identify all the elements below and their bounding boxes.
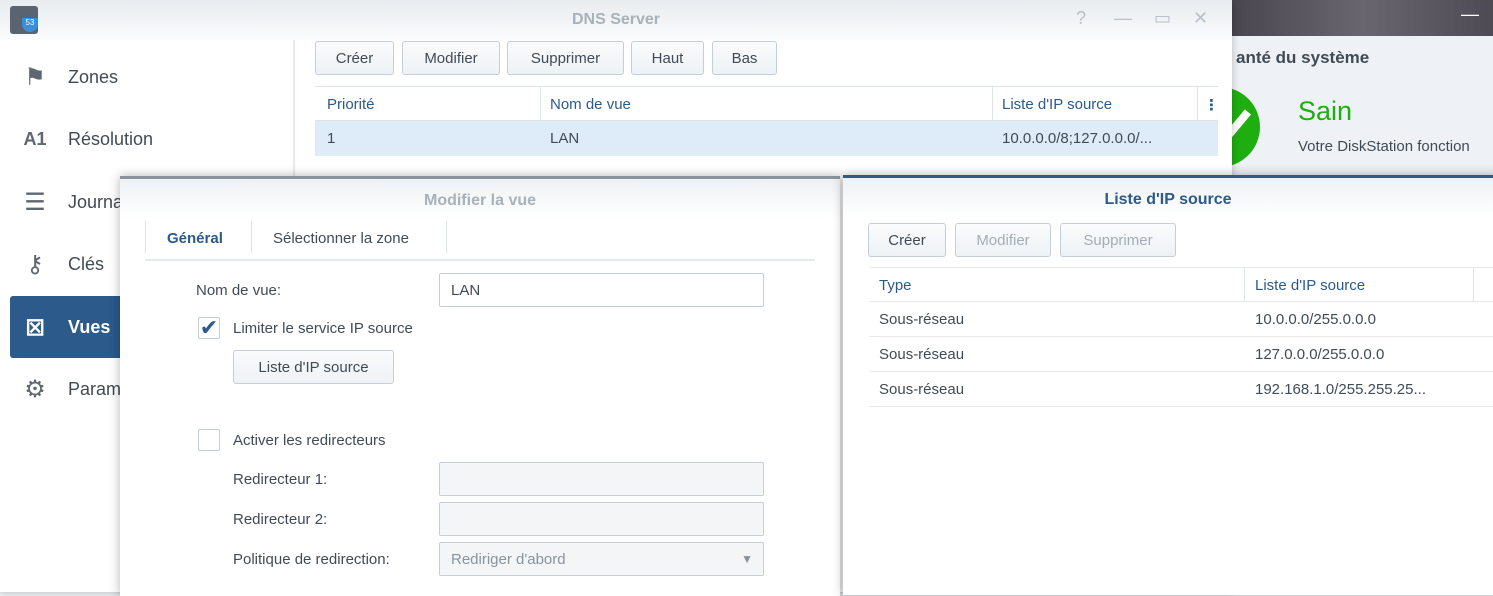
limit-ip-label: Limiter le service IP source: [233, 320, 413, 337]
view-name-label: Nom de vue:: [196, 282, 282, 299]
ip-source-list-dialog: Liste d'IP source Créer Modifier Supprim…: [843, 175, 1493, 595]
cell-type: Sous-réseau: [879, 311, 965, 328]
column-header-ip-list[interactable]: Liste d'IP source: [1255, 277, 1365, 294]
chevron-down-icon: ▼: [741, 552, 753, 566]
limit-ip-checkbox[interactable]: ✔: [198, 317, 220, 339]
sidebar-item-resolution[interactable]: A1 Résolution: [10, 108, 295, 170]
column-header-view-name[interactable]: Nom de vue: [550, 96, 631, 113]
delete-button[interactable]: Supprimer: [507, 41, 624, 75]
cell-type: Sous-réseau: [879, 381, 965, 398]
flag-icon: ⚑: [24, 63, 46, 91]
health-description: Votre DiskStation fonction: [1298, 138, 1470, 155]
help-icon[interactable]: ?: [1076, 8, 1086, 29]
policy-label: Politique de redirection:: [233, 551, 390, 568]
column-header-type[interactable]: Type: [879, 277, 912, 294]
forwarder1-input[interactable]: [439, 462, 764, 496]
dialog-title: Modifier la vue: [423, 192, 537, 209]
tab-general[interactable]: Général: [167, 230, 223, 247]
cell-ip: 127.0.0.0/255.0.0.0: [1255, 346, 1385, 363]
delete-button[interactable]: Supprimer: [1060, 223, 1176, 257]
table-row[interactable]: Sous-réseau 10.0.0.0/255.0.0.0: [869, 302, 1493, 337]
sidebar-item-label: Clés: [68, 253, 105, 274]
create-button[interactable]: Créer: [315, 41, 394, 75]
edit-view-dialog: Modifier la vue Général Sélectionner la …: [120, 176, 840, 596]
sidebar-item-zones[interactable]: ⚑ Zones: [10, 46, 295, 108]
cell-view-name: LAN: [550, 130, 580, 147]
title-bar[interactable]: 53 DNS Server ? — ▭ ✕: [0, 0, 1232, 40]
table-row[interactable]: Sous-réseau 127.0.0.0/255.0.0.0: [869, 337, 1493, 372]
cell-priority: 1: [327, 130, 336, 147]
dialog-title: Liste d'IP source: [1104, 191, 1232, 208]
view-name-input[interactable]: LAN: [439, 273, 764, 307]
close-icon[interactable]: ✕: [1193, 8, 1208, 29]
enable-forwarders-checkbox[interactable]: [198, 429, 220, 451]
policy-value: Rediriger d'abord: [451, 551, 566, 568]
cell-ip: 10.0.0.0/255.0.0.0: [1255, 311, 1376, 328]
column-header-ip-list[interactable]: Liste d'IP source: [1002, 96, 1112, 113]
ip-source-list-button[interactable]: Liste d'IP source: [233, 350, 394, 384]
cell-type: Sous-réseau: [879, 346, 965, 363]
table-header: Type Liste d'IP source: [869, 267, 1493, 302]
forwarder2-label: Redirecteur 2:: [233, 511, 328, 528]
minimize-icon[interactable]: —: [1461, 4, 1479, 25]
resolution-icon: A1: [23, 128, 47, 149]
table-header: Priorité Nom de vue Liste d'IP source ⋮: [315, 86, 1219, 121]
cell-ip-list: 10.0.0.0/8;127.0.0.0/...: [1002, 130, 1153, 147]
edit-button[interactable]: Modifier: [402, 41, 500, 75]
health-title: anté du système: [1236, 48, 1370, 67]
sidebar-item-label: Journal: [68, 191, 128, 212]
gear-icon: ⚙: [24, 375, 46, 403]
views-icon: ⊠: [24, 313, 46, 341]
minimize-icon[interactable]: —: [1114, 8, 1132, 29]
column-header-priority[interactable]: Priorité: [327, 96, 375, 113]
enable-forwarders-label: Activer les redirecteurs: [233, 432, 386, 449]
edit-button[interactable]: Modifier: [955, 223, 1051, 257]
maximize-icon[interactable]: ▭: [1154, 8, 1171, 29]
window-title: DNS Server: [571, 11, 661, 28]
up-button[interactable]: Haut: [631, 41, 704, 75]
table-row[interactable]: Sous-réseau 192.168.1.0/255.255.25...: [869, 372, 1493, 407]
log-icon: ☰: [24, 188, 46, 216]
table-row[interactable]: 1 LAN 10.0.0.0/8;127.0.0.0/...: [315, 121, 1218, 156]
tab-select-zone[interactable]: Sélectionner la zone: [273, 230, 409, 247]
down-button[interactable]: Bas: [712, 41, 777, 75]
create-button[interactable]: Créer: [868, 223, 946, 257]
column-menu-icon[interactable]: ⋮: [1204, 96, 1219, 114]
divider: [145, 259, 815, 261]
sidebar-item-label: Vues: [68, 316, 111, 337]
forwarder1-label: Redirecteur 1:: [233, 471, 328, 488]
health-status: Sain: [1298, 96, 1353, 126]
forwarder2-input[interactable]: [439, 502, 764, 536]
sidebar-item-label: Zones: [68, 66, 119, 87]
sidebar-item-label: Résolution: [68, 128, 154, 149]
desktop-taskbar: —: [1232, 0, 1493, 36]
cell-ip: 192.168.1.0/255.255.25...: [1255, 381, 1426, 398]
key-icon: ⚷: [26, 250, 44, 278]
policy-select[interactable]: Rediriger d'abord ▼: [439, 542, 764, 576]
